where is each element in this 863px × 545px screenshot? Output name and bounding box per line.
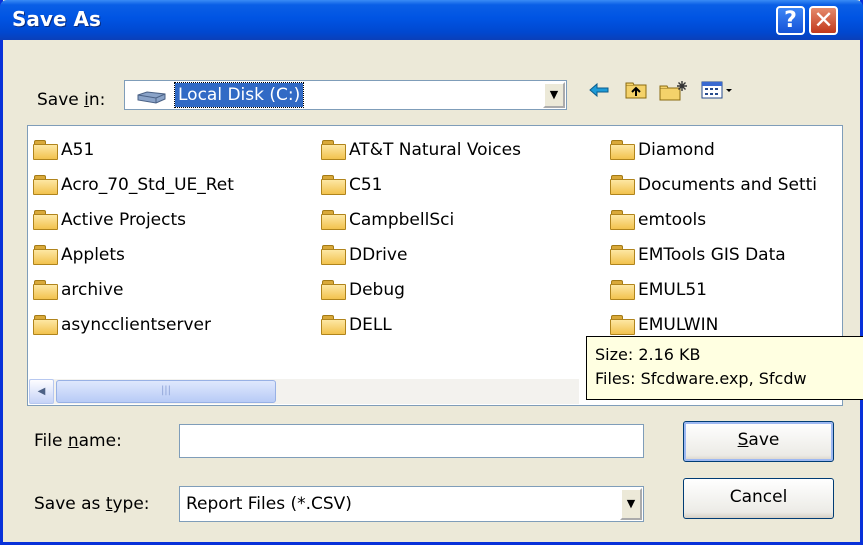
save-as-type-dropdown-button[interactable]: ▼ (620, 488, 642, 520)
folder-item[interactable]: emtools (610, 206, 706, 234)
folder-icon (33, 175, 58, 195)
save-in-dropdown-button[interactable]: ▼ (543, 82, 565, 108)
horizontal-scrollbar[interactable]: ◀ ||| (29, 379, 579, 404)
folder-icon (610, 210, 635, 230)
folder-icon (321, 210, 346, 230)
folder-label: Active Projects (61, 210, 187, 230)
save-as-dialog: Save As ? ✕ Save in: Local Disk (C:) ▼ E… (0, 0, 863, 545)
dialog-title: Save As (12, 7, 101, 31)
folder-label: Applets (61, 245, 125, 265)
drive-icon (135, 89, 167, 104)
cancel-button[interactable]: Cancel (683, 478, 834, 519)
folder-label: A51 (61, 140, 95, 160)
folder-item[interactable]: CampbellSci (321, 206, 454, 234)
folder-item[interactable]: A51 (33, 136, 94, 164)
folder-label: EMTools GIS Data (638, 245, 786, 265)
folder-item[interactable]: EMTools GIS Data (610, 241, 786, 269)
tooltip-files: Files: Sfcdware.exp, Sfcdw (595, 369, 807, 388)
folder-icon (33, 315, 58, 335)
folder-icon (321, 280, 346, 300)
folder-label: Debug (349, 280, 405, 300)
folder-icon (321, 140, 346, 160)
folder-label: archive (61, 280, 124, 300)
folder-icon (610, 280, 635, 300)
folder-icon (321, 245, 346, 265)
folder-item[interactable]: Applets (33, 241, 125, 269)
save-as-type-label: Save as type: (34, 494, 150, 514)
folder-icon (33, 210, 58, 230)
folder-icon (33, 280, 58, 300)
save-in-value: Local Disk (C:) (173, 82, 305, 108)
folder-icon (610, 315, 635, 335)
file-name-input[interactable] (179, 424, 644, 458)
folder-item[interactable]: asyncclientserver (33, 311, 211, 339)
folder-item[interactable]: C51 (321, 171, 383, 199)
folder-icon (610, 175, 635, 195)
save-in-dropdown[interactable]: Local Disk (C:) ▼ (124, 80, 567, 110)
back-arrow-icon[interactable] (586, 80, 612, 106)
folder-label: Acro_70_Std_UE_Ret (61, 175, 234, 195)
new-folder-icon[interactable] (657, 80, 689, 106)
folder-item[interactable]: DELL (321, 311, 392, 339)
folder-item[interactable]: EMUL51 (610, 276, 707, 304)
save-button[interactable]: Save (683, 421, 834, 462)
folder-item[interactable]: Diamond (610, 136, 715, 164)
tooltip-size: Size: 2.16 KB (595, 345, 701, 364)
folder-item[interactable]: AT&T Natural Voices (321, 136, 521, 164)
folder-item[interactable]: Active Projects (33, 206, 186, 234)
file-name-label: File name: (34, 431, 122, 451)
views-menu-icon[interactable] (699, 80, 737, 106)
folder-item[interactable]: archive (33, 276, 123, 304)
folder-label: EMULWIN (638, 315, 719, 335)
folder-item[interactable]: Acro_70_Std_UE_Ret (33, 171, 234, 199)
folder-item[interactable]: Documents and Setti (610, 171, 817, 199)
up-folder-icon[interactable] (622, 80, 650, 106)
folder-label: Diamond (638, 140, 715, 160)
folder-info-tooltip: Size: 2.16 KB Files: Sfcdware.exp, Sfcdw (586, 336, 863, 400)
folder-label: asyncclientserver (61, 315, 211, 335)
save-in-label: Save in: (37, 90, 106, 110)
folder-label: DDrive (349, 245, 408, 265)
folder-item[interactable]: Debug (321, 276, 405, 304)
close-button[interactable]: ✕ (809, 6, 838, 35)
folder-label: DELL (349, 315, 392, 335)
folder-label: AT&T Natural Voices (349, 140, 521, 160)
help-button[interactable]: ? (776, 6, 805, 35)
save-as-type-value: Report Files (*.CSV) (186, 494, 352, 514)
folder-label: emtools (638, 210, 707, 230)
folder-icon (610, 245, 635, 265)
folder-icon (610, 140, 635, 160)
folder-item[interactable]: EMULWIN (610, 311, 718, 339)
folder-item[interactable]: DDrive (321, 241, 407, 269)
scroll-left-arrow-icon[interactable]: ◀ (29, 379, 54, 404)
folder-icon (33, 140, 58, 160)
folder-label: EMUL51 (638, 280, 707, 300)
folder-icon (321, 315, 346, 335)
folder-label: C51 (349, 175, 383, 195)
folder-label: Documents and Setti (638, 175, 818, 195)
scroll-thumb[interactable]: ||| (56, 380, 276, 403)
save-as-type-dropdown[interactable]: Report Files (*.CSV) ▼ (179, 486, 644, 522)
folder-label: CampbellSci (349, 210, 455, 230)
folder-icon (321, 175, 346, 195)
folder-icon (33, 245, 58, 265)
title-bar[interactable]: Save As ? ✕ (0, 0, 863, 40)
